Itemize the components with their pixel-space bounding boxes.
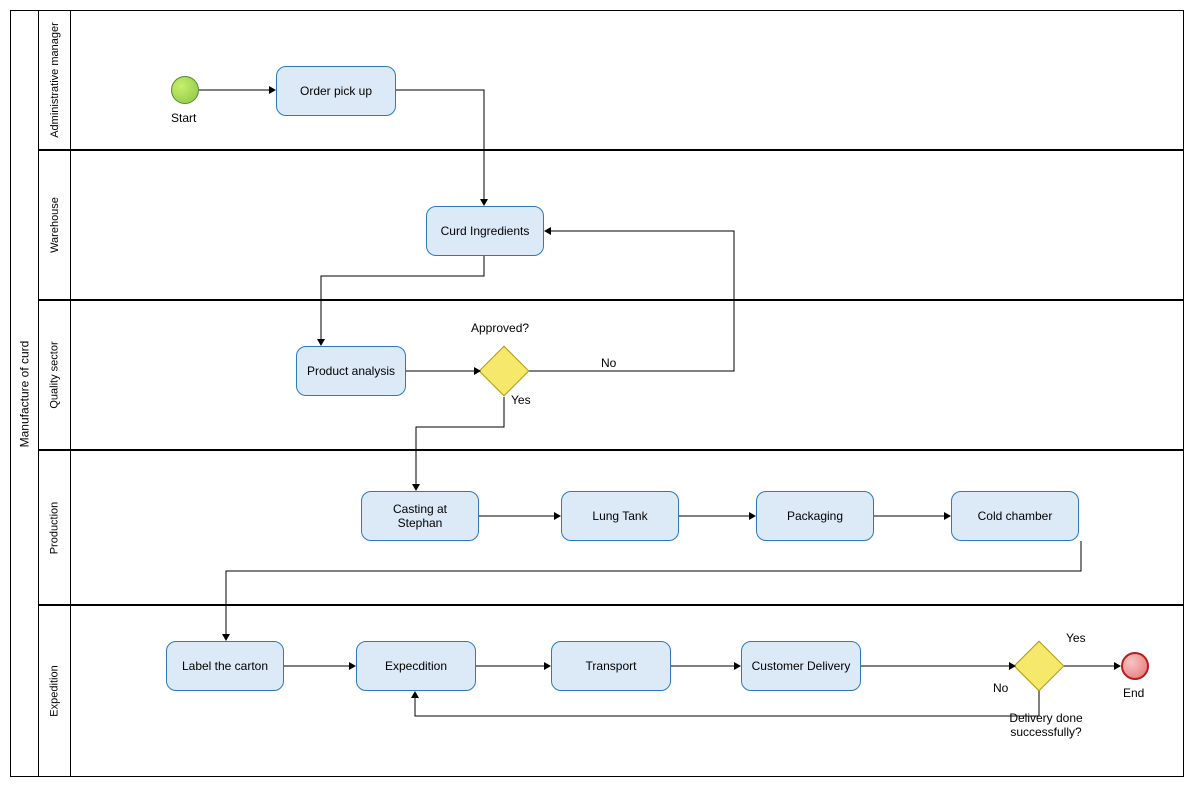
lane-content-production: Casting at Stephan Lung Tank Packaging C… <box>71 451 1183 604</box>
task-packaging: Packaging <box>756 491 874 541</box>
lane-production: Production Casting at Stephan Lung Tank … <box>39 451 1183 606</box>
task-customer-delivery: Customer Delivery <box>741 641 861 691</box>
lane-title: Quality sector <box>49 341 61 408</box>
gateway-no-label: No <box>601 356 616 370</box>
gateway-no-label: No <box>993 681 1008 695</box>
end-event <box>1121 652 1149 680</box>
task-label: Lung Tank <box>592 509 647 523</box>
lane-label-expedition: Expedition <box>39 606 71 776</box>
task-label: Customer Delivery <box>752 659 851 673</box>
task-label: Product analysis <box>307 364 395 378</box>
lane-content-quality: Product analysis Approved? Yes No <box>71 301 1183 449</box>
lanes-wrapper: Administrative manager Start Order pick … <box>39 11 1183 776</box>
lane-title: Administrative manager <box>49 22 61 138</box>
gateway-label: Delivery done successfully? <box>991 711 1101 739</box>
task-curd-ingredients: Curd Ingredients <box>426 206 544 256</box>
lane-label-admin: Administrative manager <box>39 11 71 149</box>
task-casting: Casting at Stephan <box>361 491 479 541</box>
lane-expedition: Expedition Label the carton Expecdition … <box>39 606 1183 776</box>
lane-content-expedition: Label the carton Expecdition Transport C… <box>71 606 1183 776</box>
task-transport: Transport <box>551 641 671 691</box>
task-label: Packaging <box>787 509 843 523</box>
bpmn-diagram: Manufacture of curd Administrative manag… <box>10 10 1184 777</box>
start-event <box>171 76 199 104</box>
task-label: Casting at Stephan <box>370 502 470 530</box>
start-label: Start <box>171 111 196 125</box>
lane-label-production: Production <box>39 451 71 604</box>
task-label: Order pick up <box>300 84 372 98</box>
task-expedition: Expecdition <box>356 641 476 691</box>
gateway-label: Approved? <box>471 321 529 335</box>
lane-title: Production <box>49 501 61 554</box>
task-label: Label the carton <box>182 659 268 673</box>
task-label: Transport <box>586 659 637 673</box>
lane-content-admin: Start Order pick up <box>71 11 1183 149</box>
gateway-delivery <box>1014 641 1065 692</box>
task-label-carton: Label the carton <box>166 641 284 691</box>
task-order-pickup: Order pick up <box>276 66 396 116</box>
lane-label-warehouse: Warehouse <box>39 151 71 299</box>
lane-admin: Administrative manager Start Order pick … <box>39 11 1183 151</box>
pool-label: Manufacture of curd <box>11 11 39 776</box>
gateway-yes-label: Yes <box>1066 631 1090 645</box>
lane-quality: Quality sector Product analysis Approved… <box>39 301 1183 451</box>
lane-title: Warehouse <box>49 197 61 253</box>
lane-content-warehouse: Curd Ingredients <box>71 151 1183 299</box>
pool-title: Manufacture of curd <box>18 340 32 447</box>
task-cold-chamber: Cold chamber <box>951 491 1079 541</box>
task-product-analysis: Product analysis <box>296 346 406 396</box>
gateway-approved <box>479 346 530 397</box>
gateway-yes-label: Yes <box>511 393 535 407</box>
end-label: End <box>1123 686 1144 700</box>
task-label: Cold chamber <box>978 509 1053 523</box>
lane-title: Expedition <box>49 665 61 716</box>
task-lung-tank: Lung Tank <box>561 491 679 541</box>
task-label: Curd Ingredients <box>441 224 530 238</box>
task-label: Expecdition <box>385 659 447 673</box>
lane-warehouse: Warehouse Curd Ingredients <box>39 151 1183 301</box>
lane-label-quality: Quality sector <box>39 301 71 449</box>
